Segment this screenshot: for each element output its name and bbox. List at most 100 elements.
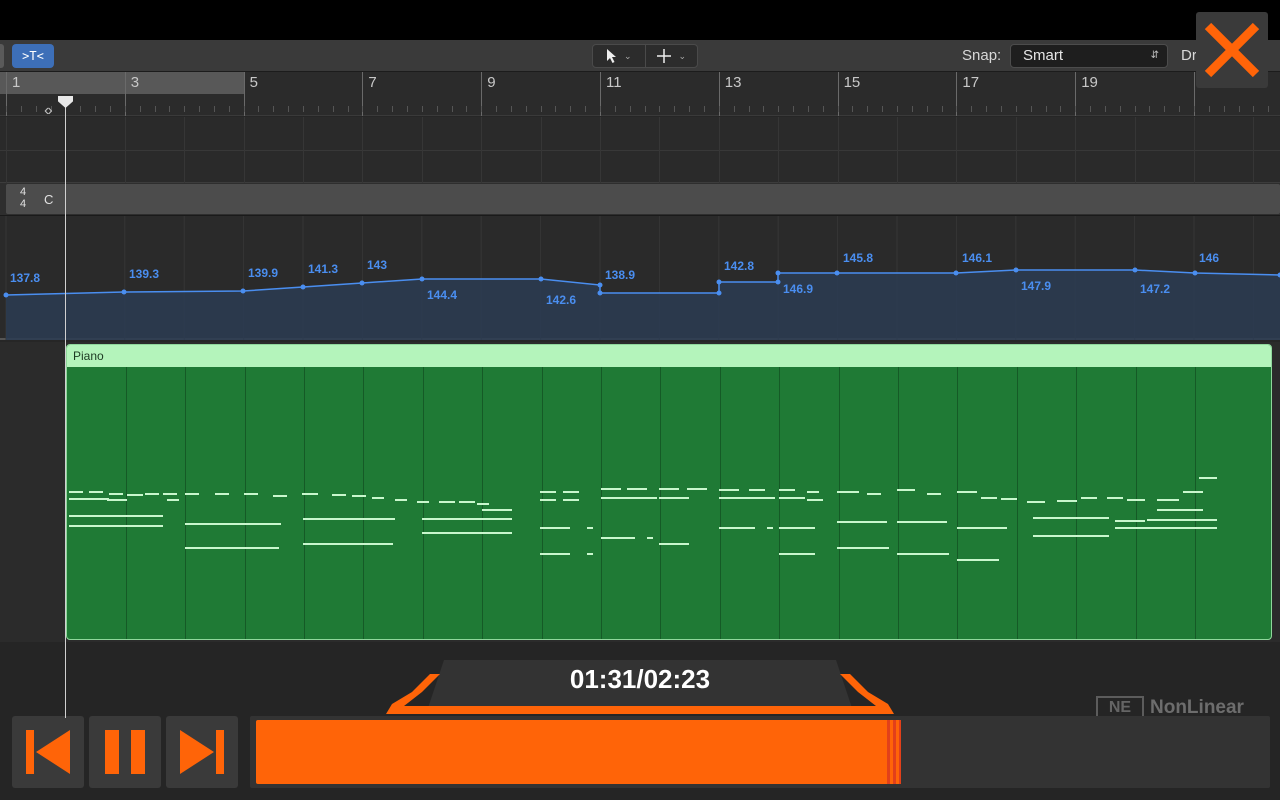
ruler-tick <box>644 106 646 112</box>
grid-line <box>1134 117 1136 183</box>
tempo-point[interactable] <box>3 292 9 298</box>
tracks-area[interactable]: Piano <box>0 342 1280 642</box>
ruler-bar-number: 19 <box>1081 74 1098 91</box>
ruler-tick <box>718 106 720 112</box>
crosshair-tool-menu[interactable]: ⌄ <box>644 45 698 67</box>
ruler-tick <box>674 106 676 112</box>
pointer-tool-menu[interactable]: ⌄ <box>593 45 645 67</box>
ruler-tick <box>80 106 82 112</box>
ruler-tick <box>1164 106 1166 112</box>
midi-note <box>1033 517 1109 519</box>
tempo-point[interactable] <box>419 276 425 282</box>
grid-line <box>837 117 839 183</box>
tempo-point[interactable] <box>121 289 127 295</box>
lane-divider <box>0 150 1280 151</box>
midi-note <box>1027 501 1045 503</box>
region-grid-line <box>898 367 899 639</box>
tempo-point[interactable] <box>834 270 840 276</box>
ruler-tick <box>837 106 839 112</box>
locator-arrows-icon[interactable]: ‹› <box>44 102 53 120</box>
tempo-point[interactable] <box>775 270 781 276</box>
snap-select[interactable]: Smart ⇵ <box>1010 44 1168 68</box>
midi-note <box>601 488 621 490</box>
tempo-curve[interactable]: 137.8 139.3 139.9 141.3 143 144.4 142.6 138.9 14… <box>0 216 1280 340</box>
midi-note <box>1157 499 1179 501</box>
ruler-tick <box>228 106 230 112</box>
midi-note <box>439 501 455 503</box>
tempo-point[interactable] <box>716 279 722 285</box>
region-grid-line <box>838 367 840 639</box>
tempo-point[interactable] <box>775 279 781 285</box>
ruler-tick <box>273 106 275 112</box>
signature-track[interactable]: 4 4 C <box>0 183 1280 216</box>
midi-note <box>1057 500 1077 502</box>
midi-note <box>167 499 179 501</box>
midi-region-piano[interactable]: Piano <box>66 344 1272 640</box>
grid-line <box>1075 117 1077 183</box>
pause-button[interactable] <box>89 716 161 788</box>
midi-note <box>540 527 570 529</box>
midi-note <box>659 543 689 545</box>
midi-note <box>837 521 887 523</box>
grid-line <box>124 117 126 183</box>
midi-note <box>482 509 512 511</box>
tempo-point[interactable] <box>716 290 722 296</box>
tempo-point[interactable] <box>538 276 544 282</box>
tempo-point[interactable] <box>300 284 306 290</box>
midi-note <box>563 499 579 501</box>
tempo-point[interactable] <box>1132 267 1138 273</box>
midi-note <box>897 521 947 523</box>
ruler-tick <box>1208 106 1210 112</box>
signature-block[interactable]: 4 4 C <box>6 184 1280 214</box>
tempo-value-label: 141.3 <box>308 262 338 276</box>
tempo-point[interactable] <box>240 288 246 294</box>
midi-note <box>273 495 287 497</box>
midi-note <box>779 553 815 555</box>
midi-note <box>540 491 556 493</box>
ruler-tick <box>1030 106 1032 112</box>
next-button[interactable] <box>166 716 238 788</box>
ruler-tick <box>317 106 319 112</box>
ruler-tick <box>466 106 468 112</box>
tempo-point[interactable] <box>597 282 603 288</box>
bar-ruler[interactable]: 13579111315171921 <box>0 72 1280 116</box>
ruler-tick <box>659 106 661 112</box>
progress-handle[interactable] <box>887 720 901 784</box>
playhead[interactable] <box>65 98 66 718</box>
ruler-tick <box>911 106 913 112</box>
midi-note <box>627 488 647 490</box>
catch-playhead-button[interactable]: >T< <box>12 44 54 68</box>
ruler-tick <box>1194 106 1195 112</box>
ruler-bar-number: 3 <box>130 74 140 91</box>
close-button[interactable] <box>1196 12 1268 88</box>
grid-line <box>778 117 780 183</box>
previous-button[interactable] <box>12 716 84 788</box>
cycle-region[interactable] <box>0 72 244 94</box>
midi-note <box>302 493 318 495</box>
ruler-tick <box>35 106 37 112</box>
tempo-point[interactable] <box>953 270 959 276</box>
ruler-bar-number: 9 <box>487 74 496 91</box>
tempo-point[interactable] <box>359 280 365 286</box>
ruler-tick <box>436 106 438 112</box>
region-grid-line <box>422 367 424 639</box>
tempo-point[interactable] <box>1192 270 1198 276</box>
grid-line <box>659 117 661 183</box>
tempo-track[interactable]: 137.8 139.3 139.9 141.3 143 144.4 142.6 138.9 14… <box>0 216 1280 340</box>
tempo-point[interactable] <box>597 290 603 296</box>
midi-note <box>89 491 103 493</box>
ruler-tick <box>600 106 601 112</box>
ruler-tick <box>852 106 854 112</box>
ruler-tick <box>481 106 483 112</box>
midi-note <box>563 491 579 493</box>
midi-note <box>647 537 653 539</box>
region-grid-line <box>304 367 305 639</box>
ruler-tick <box>95 106 97 112</box>
toolbar-edge-button[interactable] <box>0 44 4 68</box>
ruler-tick <box>1090 106 1092 112</box>
midi-note <box>145 493 159 495</box>
tempo-point[interactable] <box>1013 267 1019 273</box>
ruler-tick <box>421 106 423 112</box>
progress-bar[interactable] <box>250 716 1270 788</box>
region-notes <box>67 367 1271 639</box>
